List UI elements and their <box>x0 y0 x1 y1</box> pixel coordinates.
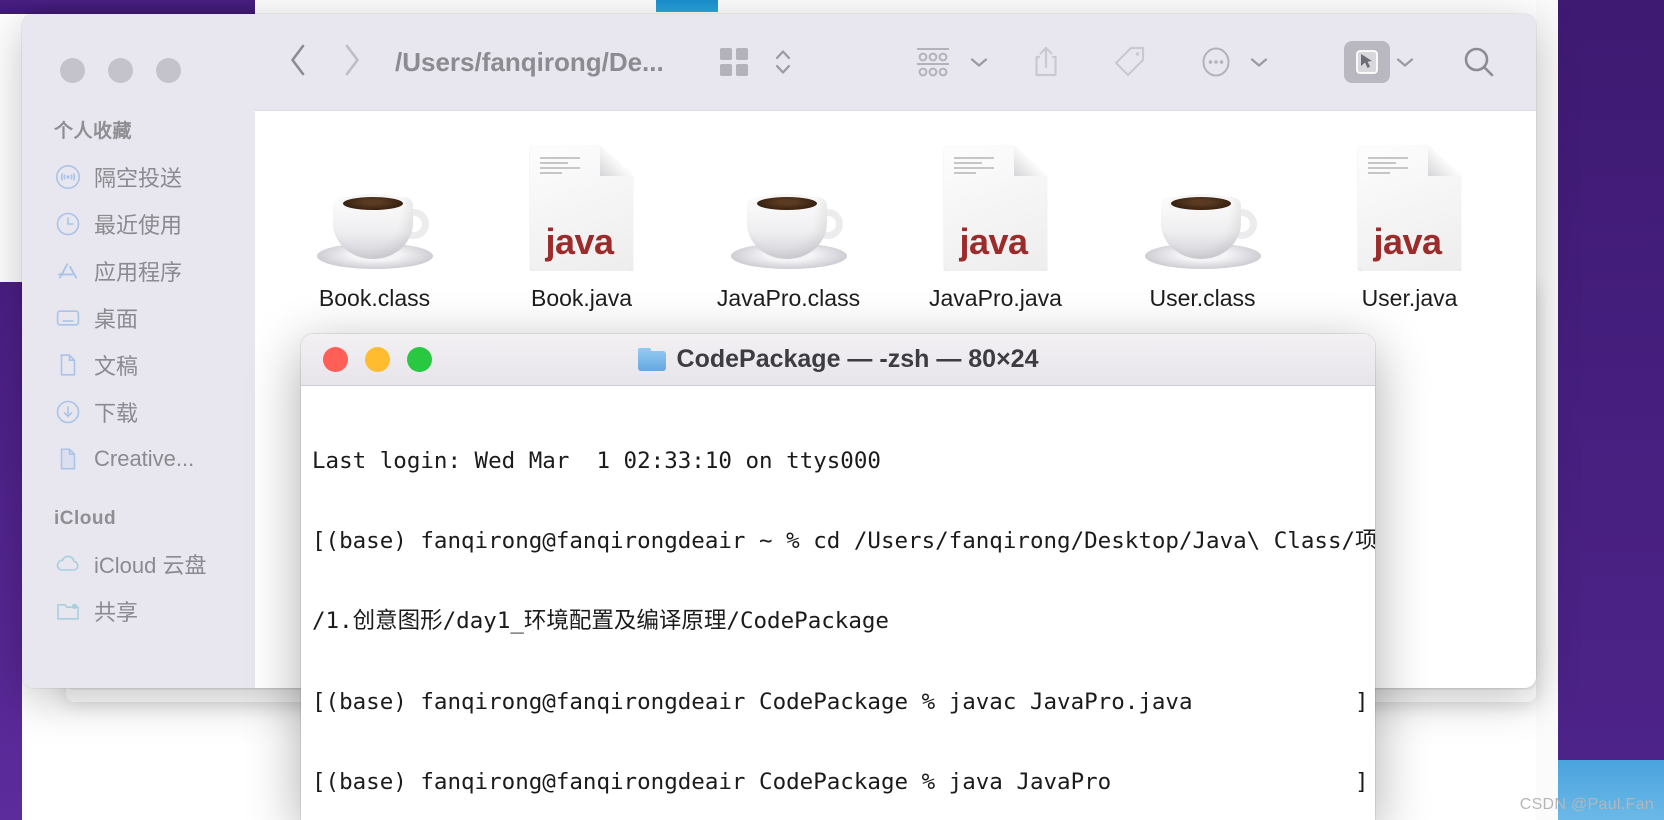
file-item-javapro-java[interactable]: java JavaPro.java <box>892 129 1099 312</box>
icon-view-button[interactable] <box>706 39 762 85</box>
terminal-line: /1.创意图形/day1_环境配置及编译原理/CodePackage <box>312 608 889 635</box>
java-badge: java <box>545 221 614 262</box>
sidebar-item-label: 文稿 <box>94 353 139 379</box>
navigation-buttons <box>287 41 363 84</box>
sidebar-item-icloud-drive[interactable]: iCloud 云盘 <box>22 540 255 587</box>
terminal-window[interactable]: CodePackage — -zsh — 80×24 Last login: W… <box>301 334 1375 820</box>
sidebar-section-icloud-header: iCloud <box>54 508 117 529</box>
file-name: Book.class <box>318 285 431 311</box>
shared-folder-icon <box>54 597 81 624</box>
sidebar-item-desktop[interactable]: 桌面 <box>22 294 255 341</box>
tag-button[interactable] <box>1102 39 1158 85</box>
terminal-title-text: CodePackage — -zsh — 80×24 <box>676 345 1039 373</box>
sidebar-item-label: 下载 <box>94 400 139 426</box>
file-item-javapro-class[interactable]: JavaPro.class <box>685 129 892 312</box>
class-file-icon <box>727 143 851 271</box>
terminal-title-group: CodePackage — -zsh — 80×24 <box>301 345 1375 374</box>
sidebar-item-label: iCloud 云盘 <box>94 552 207 578</box>
sidebar-item-label: 最近使用 <box>94 212 183 238</box>
toolbar-right-actions <box>902 39 1536 85</box>
view-stepper-button[interactable] <box>762 39 804 85</box>
file-name: JavaPro.class <box>716 285 861 311</box>
back-button[interactable] <box>287 41 309 84</box>
sidebar-item-label: 隔空投送 <box>94 165 183 191</box>
chevron-down-icon[interactable] <box>1394 55 1416 69</box>
file-item-book-java[interactable]: java Book.java <box>478 129 685 312</box>
search-button[interactable] <box>1450 39 1508 85</box>
forward-button[interactable] <box>341 41 363 84</box>
java-file-icon: java <box>1357 143 1462 271</box>
sidebar-item-downloads[interactable]: 下载 <box>22 388 255 435</box>
desktop-icon <box>54 304 81 331</box>
java-file-icon: java <box>529 143 634 271</box>
share-button[interactable] <box>1020 39 1072 85</box>
chevron-down-icon[interactable] <box>1248 55 1270 69</box>
file-name: JavaPro.java <box>929 285 1062 311</box>
sidebar-item-applications[interactable]: 应用程序 <box>22 247 255 294</box>
sidebar-item-label: 桌面 <box>94 306 139 332</box>
documents-icon <box>54 351 81 378</box>
finder-sidebar: 个人收藏 隔空投送 最近使用 应用程序 桌面 文稿 下载 Creative...… <box>22 14 255 688</box>
wallpaper-strip-top-middle <box>656 0 718 12</box>
java-badge: java <box>959 221 1028 262</box>
finder-toolbar: /Users/fanqirong/De... <box>255 14 1536 110</box>
sidebar-item-shared[interactable]: 共享 <box>22 587 255 634</box>
sidebar-item-label: 共享 <box>94 599 139 625</box>
file-item-user-java[interactable]: java User.java <box>1306 129 1513 312</box>
java-file-icon: java <box>943 143 1048 271</box>
class-file-icon <box>1141 143 1265 271</box>
watermark: CSDN @Paul.Fan <box>1519 796 1654 813</box>
sidebar-item-label: 应用程序 <box>94 259 183 285</box>
markup-button[interactable] <box>1344 41 1390 83</box>
file-name: User.class <box>1149 285 1256 311</box>
clock-icon <box>54 210 81 237</box>
more-actions-control[interactable] <box>1188 39 1270 85</box>
java-badge: java <box>1373 221 1442 262</box>
markup-control[interactable] <box>1344 41 1416 83</box>
sidebar-section-favorites-header: 个人收藏 <box>54 121 133 142</box>
more-icon[interactable] <box>1188 39 1244 85</box>
downloads-icon <box>54 398 81 425</box>
terminal-line: [(base) fanqirong@fanqirongdeair CodePac… <box>312 688 1369 715</box>
wallpaper-strip-right-purple <box>1556 0 1664 760</box>
terminal-line: [(base) fanqirong@fanqirongdeair CodePac… <box>312 769 1369 796</box>
sidebar-item-airdrop[interactable]: 隔空投送 <box>22 153 255 200</box>
applications-icon <box>54 257 81 284</box>
wallpaper-strip-left <box>0 282 22 820</box>
terminal-line: [(base) fanqirong@fanqirongdeair ~ % cd … <box>312 527 1375 554</box>
group-by-control[interactable] <box>902 39 990 85</box>
file-name: User.java <box>1361 285 1458 311</box>
class-file-icon <box>313 143 437 271</box>
sidebar-item-documents[interactable]: 文稿 <box>22 341 255 388</box>
chevron-down-icon[interactable] <box>968 55 990 69</box>
zoom-button[interactable] <box>156 58 181 83</box>
terminal-traffic-lights[interactable] <box>323 347 432 372</box>
desktop-right-panel <box>1536 0 1558 820</box>
airdrop-icon <box>54 163 81 190</box>
terminal-output[interactable]: Last login: Wed Mar 1 02:33:10 on ttys00… <box>301 386 1375 820</box>
sidebar-item-creative[interactable]: Creative... <box>22 435 255 482</box>
terminal-line: Last login: Wed Mar 1 02:33:10 on ttys00… <box>312 447 881 474</box>
folder-file-icon <box>54 445 81 472</box>
cloud-icon <box>54 550 81 577</box>
file-name: Book.java <box>530 285 632 311</box>
file-item-book-class[interactable]: Book.class <box>271 129 478 312</box>
file-grid: Book.class java Book.java JavaPro.class … <box>255 129 1536 312</box>
finder-traffic-lights[interactable] <box>60 58 181 83</box>
zoom-button[interactable] <box>407 347 432 372</box>
finder-window-title: /Users/fanqirong/De... <box>395 46 664 77</box>
screen: CodePackage 个人收藏 隔空投送 <box>0 0 1664 820</box>
close-button[interactable] <box>60 58 85 83</box>
close-button[interactable] <box>323 347 348 372</box>
sidebar-item-recents[interactable]: 最近使用 <box>22 200 255 247</box>
sidebar-item-label: Creative... <box>94 445 195 471</box>
folder-icon <box>637 348 666 371</box>
file-item-user-class[interactable]: User.class <box>1099 129 1306 312</box>
wallpaper-strip-top-left <box>0 0 255 14</box>
minimize-button[interactable] <box>365 347 390 372</box>
group-by-icon[interactable] <box>902 39 964 85</box>
terminal-title-bar[interactable]: CodePackage — -zsh — 80×24 <box>301 334 1375 386</box>
minimize-button[interactable] <box>108 58 133 83</box>
